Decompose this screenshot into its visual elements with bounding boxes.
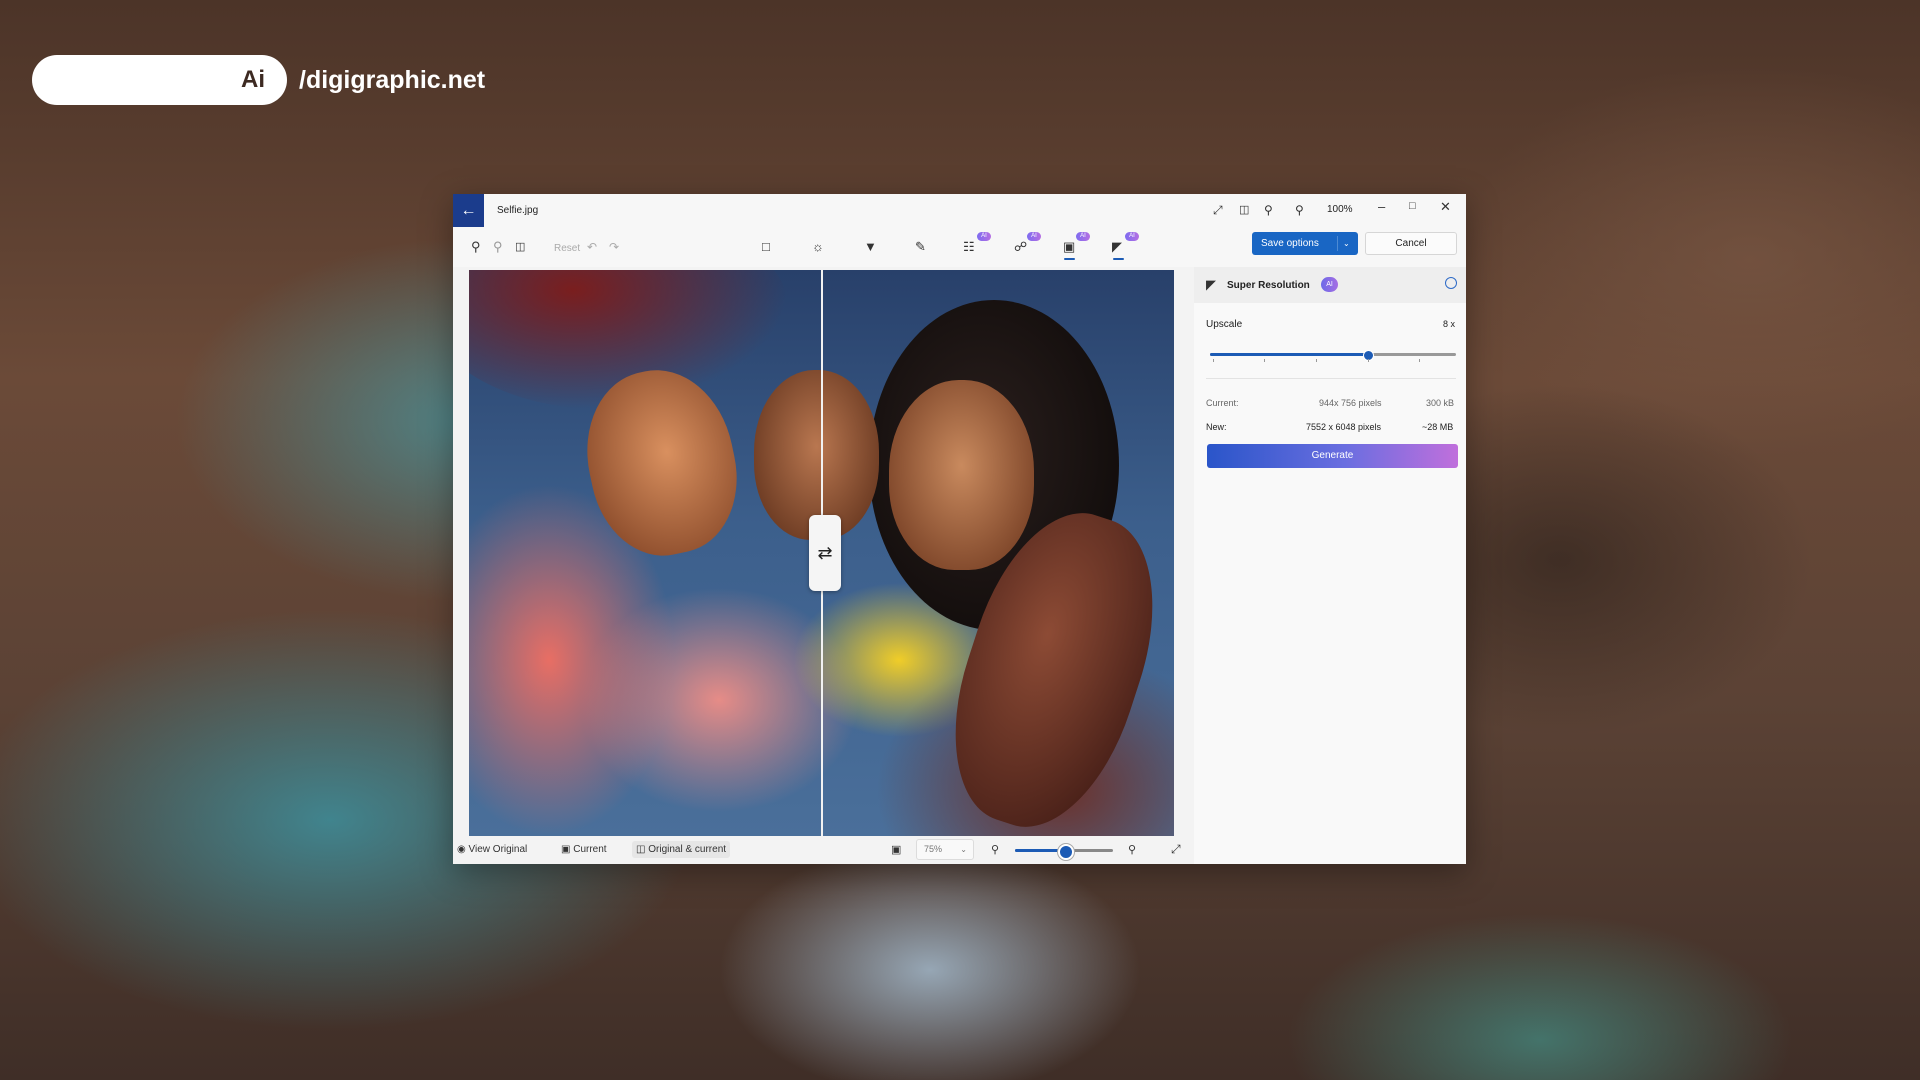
save-options-label: Save options [1261,238,1319,249]
slider-tick [1368,359,1369,362]
photo-face [889,380,1034,570]
current-view-button[interactable]: ▣ Current [561,844,607,855]
zoom-out-tool-icon[interactable]: ⚲ [493,239,503,255]
file-title: Selfie.jpg [497,205,539,216]
zoom-dropdown[interactable]: 75% ⌄ [916,839,974,860]
eye-icon: ◉ [457,844,466,855]
ai-badge: AI [1321,277,1338,292]
fit-to-window-icon[interactable]: ◫ [1239,202,1249,218]
save-options-button[interactable]: Save options ⌄ [1252,232,1358,255]
swap-arrows-icon: ⇄ [817,543,833,563]
generative-erase-icon[interactable]: ☷ [963,239,975,255]
image-canvas[interactable]: ⇄ [469,270,1174,836]
reset-button[interactable]: Reset [554,241,580,257]
ai-badge: AI [1027,232,1041,241]
active-tool-indicator [1113,258,1124,260]
current-pixels: 944x 756 pixels [1319,398,1382,408]
relight-icon[interactable]: ▣ [1063,239,1075,255]
new-size: ~28 MB [1422,422,1454,432]
bottom-bar: ◉ View Original ▣ Current ◫ Original & c… [453,836,1194,864]
current-label: Current: [1206,398,1239,408]
upscale-slider-fill [1210,353,1368,356]
zoom-out-icon[interactable]: ⚲ [1264,202,1273,218]
ai-badge: AI [977,232,991,241]
background-icon[interactable]: ☍ [1014,239,1027,255]
crop-icon[interactable]: □ [762,239,770,255]
image-icon: ▣ [561,844,571,855]
super-resolution-icon[interactable]: ◤ [1112,239,1122,255]
current-size: 300 kB [1426,398,1455,408]
brand-site: /digigraphic.net [299,65,486,94]
active-tool-indicator [1064,258,1075,260]
title-bar: ← Selfie.jpg ⤢ ◫ ⚲ ⚲ 100% – □ ✕ [453,194,1466,227]
undo-icon[interactable]: ↶ [587,239,597,255]
redo-icon[interactable]: ↷ [609,239,619,255]
minimize-button[interactable]: – [1378,199,1385,214]
fit-screen-icon[interactable]: ▣ [891,843,901,856]
panel-title: Super Resolution [1227,280,1310,291]
slider-tick [1264,359,1265,362]
zoom-slider-thumb[interactable] [1058,844,1074,860]
close-button[interactable]: ✕ [1440,199,1451,215]
view-original-label: View Original [468,844,528,855]
canvas-gutter [1174,267,1188,846]
zoom-in-tool-icon[interactable]: ⚲ [471,239,481,255]
chevron-down-icon: ⌄ [960,845,967,854]
compare-slider-handle[interactable]: ⇄ [809,515,841,591]
filter-icon[interactable]: ▼ [864,239,877,255]
zoom-in-icon[interactable]: ⚲ [1295,202,1304,218]
info-icon[interactable] [1445,277,1457,289]
photos-editor-window: ← Selfie.jpg ⤢ ◫ ⚲ ⚲ 100% – □ ✕ ⚲ ⚲ ◫ Re… [453,194,1466,864]
brand-logo-pill: Ai [32,55,287,105]
zoom-slider[interactable] [1015,844,1113,860]
markup-pen-icon[interactable]: ✎ [915,239,926,255]
ai-badge: AI [1076,232,1090,241]
maximize-button[interactable]: □ [1409,200,1416,212]
zoom-level: 100% [1327,204,1353,215]
upscale-slider[interactable] [1210,350,1456,361]
new-label: New: [1206,422,1227,432]
cancel-button[interactable]: Cancel [1365,232,1457,255]
slider-tick [1419,359,1420,362]
adjust-brightness-icon[interactable]: ☼ [812,239,824,255]
editing-toolbar: ⚲ ⚲ ◫ Reset ↶ ↷ □ ☼ ▼ ✎ ☷ AI ☍ AI ▣ AI ◤… [453,227,1466,267]
full-screen-icon[interactable]: ⤢ [1171,842,1181,857]
current-view-label: Current [573,844,607,855]
generate-button[interactable]: Generate [1207,444,1458,468]
slider-tick [1213,359,1214,362]
back-button[interactable]: ← [453,194,484,227]
zoom-in-icon[interactable]: ⚲ [1128,843,1136,856]
upscale-label: Upscale [1206,319,1243,330]
expand-icon[interactable]: ⤢ [1213,202,1223,218]
view-original-button[interactable]: ◉ View Original [457,844,527,855]
arrow-left-icon: ← [460,202,477,219]
ai-badge: AI [1125,232,1139,241]
panel-header: ◤ Super Resolution AI [1194,267,1466,303]
original-current-button[interactable]: ◫ Original & current [632,841,731,858]
super-resolution-panel: ◤ Super Resolution AI Upscale 8 x Curren… [1194,267,1466,864]
panel-divider [1206,378,1456,379]
fit-tool-icon[interactable]: ◫ [515,239,525,255]
split-view-icon: ◫ [636,844,646,855]
brand-header: Ai /digigraphic.net [32,55,485,105]
original-current-label: Original & current [648,844,727,855]
super-resolution-icon: ◤ [1206,277,1216,292]
zoom-slider-fill [1015,849,1064,852]
new-pixels: 7552 x 6048 pixels [1306,422,1382,432]
button-divider [1337,236,1338,251]
zoom-out-icon[interactable]: ⚲ [991,843,999,856]
brand-logo-text: Ai [241,66,265,93]
zoom-dropdown-value: 75% [924,844,943,854]
upscale-value: 8 x [1443,319,1456,329]
chevron-down-icon[interactable]: ⌄ [1343,232,1350,255]
slider-tick [1316,359,1317,362]
